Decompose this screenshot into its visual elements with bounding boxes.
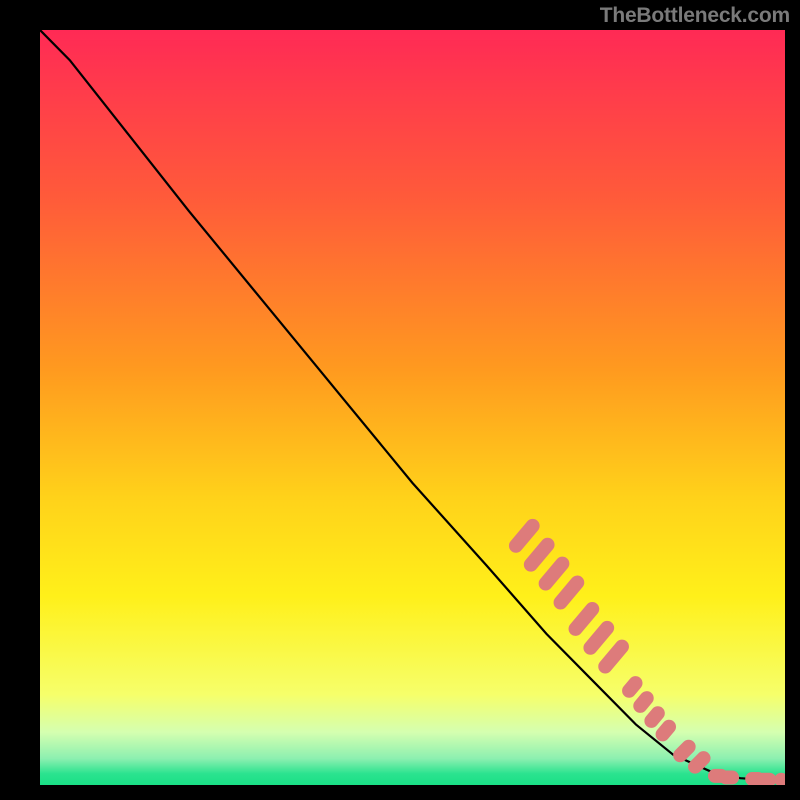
plot-background xyxy=(40,30,785,785)
watermark-label: TheBottleneck.com xyxy=(600,4,790,28)
marker-pill xyxy=(756,773,776,787)
marker-pill xyxy=(719,771,739,785)
bottleneck-chart xyxy=(0,0,800,800)
chart-frame: TheBottleneck.com xyxy=(0,0,800,800)
marker-dot xyxy=(774,773,788,787)
